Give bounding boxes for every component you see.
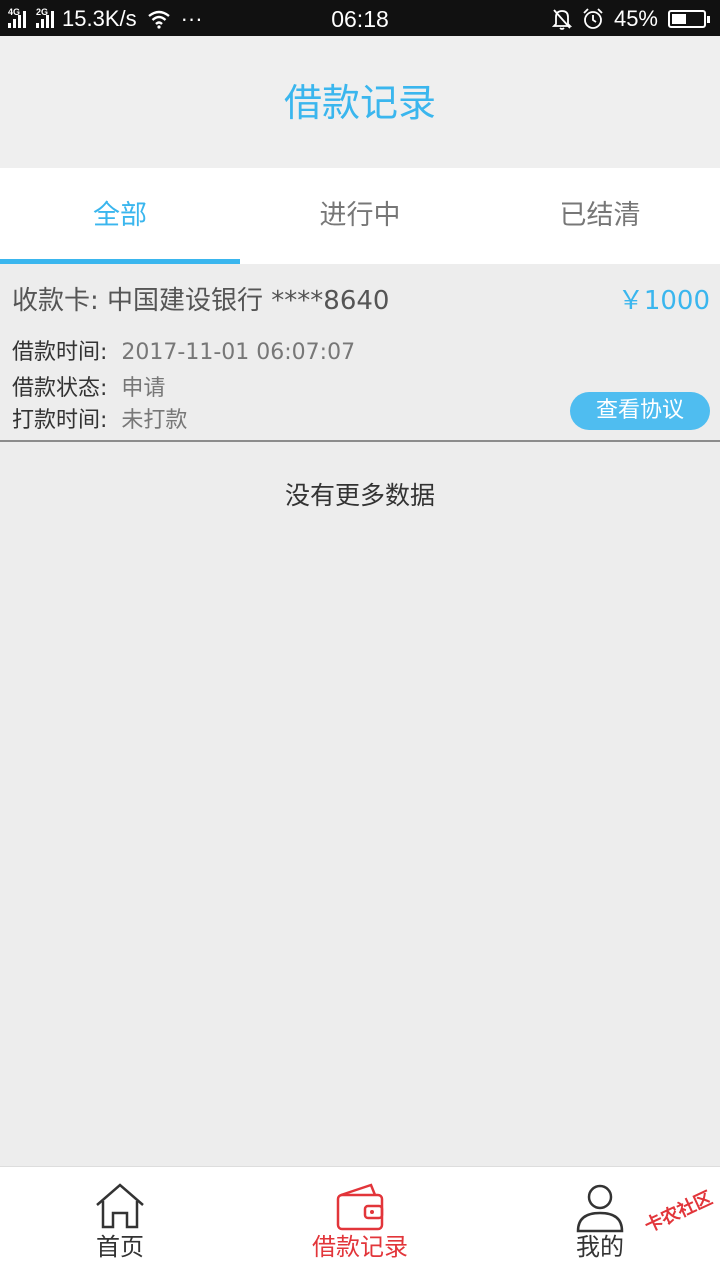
payout-time-label: 打款时间: [12, 408, 108, 433]
receiving-card: 收款卡: 中国建设银行 ****8640 [12, 286, 390, 316]
nav-mine[interactable]: 我的 [480, 1167, 720, 1280]
payout-time-value: 未打款 [121, 408, 188, 433]
loan-time-label: 借款时间: [12, 340, 108, 365]
loan-time-value: 2017-11-01 06:07:07 [121, 340, 356, 365]
battery-icon [668, 10, 710, 28]
tab-in-progress[interactable]: 进行中 [240, 168, 480, 264]
header: 借款记录 [0, 36, 720, 168]
loan-amount: ￥1000 [617, 286, 710, 316]
bottom-nav: 首页 借款记录 我的 [0, 1166, 720, 1280]
nav-loan-records-label: 借款记录 [312, 1233, 408, 1261]
tab-all[interactable]: 全部 [0, 168, 240, 264]
no-more-data: 没有更多数据 [284, 481, 435, 510]
nav-loan-records[interactable]: 借款记录 [240, 1167, 480, 1280]
mute-bell-icon [551, 9, 572, 30]
loan-status-value: 申请 [121, 376, 166, 401]
battery-percent: 45% [613, 6, 658, 31]
nav-mine-label: 我的 [576, 1233, 624, 1261]
payout-time-row: 打款时间: 未打款 [12, 402, 187, 434]
alarm-icon [583, 8, 603, 29]
page-title: 借款记录 [283, 81, 436, 125]
loan-record: 收款卡: 中国建设银行 ****8640 ￥1000 借款时间: 2017-11-… [0, 264, 720, 442]
loan-status-label: 借款状态: [12, 376, 108, 401]
status-bar: 4G 2G 15.3K/s ··· 06:18 45% [0, 0, 720, 36]
nav-home[interactable]: 首页 [0, 1167, 240, 1280]
loan-time-row: 借款时间: 2017-11-01 06:07:07 [12, 334, 355, 366]
view-agreement-button[interactable]: 查看协议 [570, 392, 710, 430]
tab-bar: 全部 进行中 已结清 [0, 168, 720, 264]
loan-status-row: 借款状态: 申请 [12, 370, 165, 402]
nav-home-label: 首页 [96, 1233, 144, 1261]
tab-settled[interactable]: 已结清 [480, 168, 720, 264]
